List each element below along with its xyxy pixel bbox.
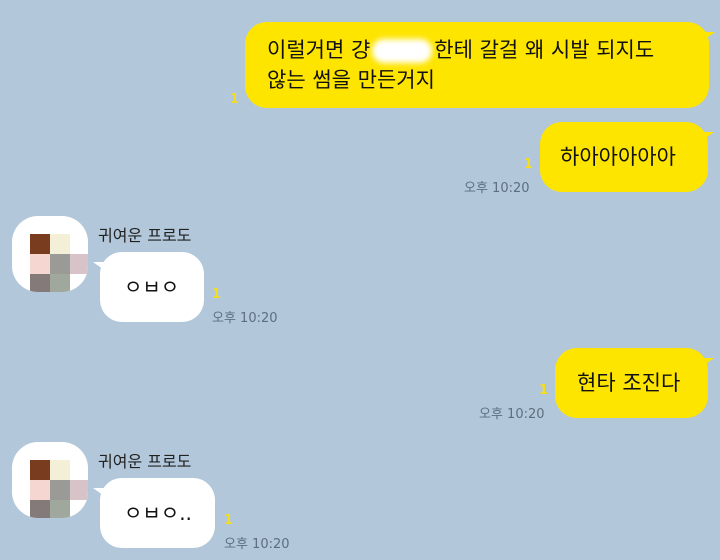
my-message-bubble[interactable]: 현타 조진다 xyxy=(555,348,714,418)
avatar[interactable] xyxy=(12,216,88,292)
avatar-pixel xyxy=(30,460,50,480)
unread-count: 1 xyxy=(539,383,549,398)
avatar-pixel xyxy=(50,460,70,480)
unread-count: 1 xyxy=(212,287,222,302)
avatar-pixel xyxy=(50,234,70,254)
avatar-pixel xyxy=(30,500,50,518)
unread-count: 1 xyxy=(524,157,534,172)
message-text: 하아아아아아 xyxy=(560,145,676,169)
message-time: 오후 10:20 xyxy=(224,537,290,552)
sender-name: 귀여운 프로도 xyxy=(98,226,192,245)
avatar-pixel xyxy=(70,254,88,274)
avatar[interactable] xyxy=(12,442,88,518)
avatar-pixel xyxy=(30,234,50,254)
message-time: 오후 10:20 xyxy=(212,311,278,326)
avatar-pixel xyxy=(30,480,50,500)
message-time: 오후 10:20 xyxy=(479,407,545,422)
avatar-pixel xyxy=(50,480,70,500)
avatar-pixel xyxy=(30,254,50,274)
sender-name: 귀여운 프로도 xyxy=(98,452,192,471)
message-text: 현타 조진다 xyxy=(577,371,681,395)
message-text: ㅇㅂㅇ xyxy=(124,275,180,299)
message-text-line: 않는 썸을 만든거지 xyxy=(267,68,435,92)
avatar-pixel xyxy=(50,254,70,274)
avatar-pixel xyxy=(50,500,70,518)
message-text-line: 이럴거면 걍 한테 갈걸 왜 시발 되지도 xyxy=(267,38,655,63)
their-message-bubble[interactable]: ㅇㅂㅇ xyxy=(93,252,204,322)
avatar-pixel xyxy=(30,274,50,292)
unread-count: 1 xyxy=(230,92,240,107)
their-message-bubble[interactable]: ㅇㅂㅇ.. xyxy=(93,478,215,548)
my-message-bubble[interactable]: 하아아아아아 xyxy=(540,122,714,192)
avatar-pixel xyxy=(70,480,88,500)
message-time: 오후 10:20 xyxy=(464,181,530,196)
redacted-name xyxy=(372,39,433,63)
message-text: ㅇㅂㅇ.. xyxy=(124,501,192,525)
avatar-pixel xyxy=(50,274,70,292)
my-message-bubble[interactable]: 이럴거면 걍 한테 갈걸 왜 시발 되지도 않는 썸을 만든거지 xyxy=(245,22,715,108)
unread-count: 1 xyxy=(224,513,234,528)
